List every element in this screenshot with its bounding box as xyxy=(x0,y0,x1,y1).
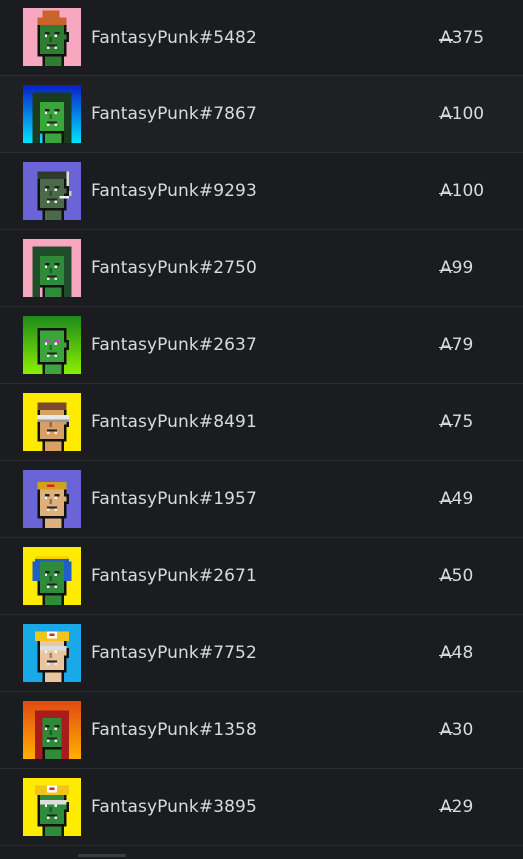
currency-icon: A xyxy=(439,566,453,586)
nft-name[interactable]: FantasyPunk#8491 xyxy=(91,412,257,432)
pixel-avatar-image xyxy=(23,239,81,297)
price-value: 48 xyxy=(451,643,474,663)
price-value: 99 xyxy=(451,258,474,278)
nft-thumbnail[interactable] xyxy=(23,316,81,374)
list-item[interactable]: FantasyPunk#1957 A49 xyxy=(0,461,523,538)
nft-thumbnail[interactable] xyxy=(23,778,81,836)
nft-name[interactable]: FantasyPunk#1358 xyxy=(91,720,257,740)
pixel-avatar-image xyxy=(23,778,81,836)
nft-price: A50 xyxy=(439,566,474,586)
nft-price: A99 xyxy=(439,258,474,278)
nft-name[interactable]: FantasyPunk#2750 xyxy=(91,258,257,278)
nft-price: A100 xyxy=(439,181,485,201)
nft-name[interactable]: FantasyPunk#3895 xyxy=(91,797,257,817)
nft-thumbnail[interactable] xyxy=(23,85,81,143)
nft-price: A48 xyxy=(439,643,474,663)
price-value: 100 xyxy=(451,181,485,201)
list-item[interactable]: FantasyPunk#7752 A48 xyxy=(0,615,523,692)
currency-icon: A xyxy=(439,258,453,278)
price-value: 79 xyxy=(451,335,474,355)
nft-name[interactable]: FantasyPunk#5482 xyxy=(91,28,257,48)
currency-icon: A xyxy=(439,797,453,817)
nft-price: A75 xyxy=(439,412,474,432)
nft-thumbnail[interactable] xyxy=(23,624,81,682)
currency-icon: A xyxy=(439,643,453,663)
nft-thumbnail[interactable] xyxy=(23,239,81,297)
pixel-avatar-image xyxy=(23,316,81,374)
nft-name[interactable]: FantasyPunk#9293 xyxy=(91,181,257,201)
nft-thumbnail[interactable] xyxy=(23,470,81,528)
nft-price: A375 xyxy=(439,27,485,48)
nft-thumbnail[interactable] xyxy=(23,547,81,605)
nft-price: A30 xyxy=(439,720,474,740)
list-item[interactable]: FantasyPunk#3895 A29 xyxy=(0,769,523,846)
nft-price: A79 xyxy=(439,335,474,355)
nft-name[interactable]: FantasyPunk#1957 xyxy=(91,489,257,509)
currency-icon: A xyxy=(439,181,453,201)
pixel-avatar-image xyxy=(23,701,81,759)
list-item[interactable]: FantasyPunk#5482 A375 xyxy=(0,0,523,76)
price-value: 50 xyxy=(451,566,474,586)
list-item[interactable]: FantasyPunk#2637 A79 xyxy=(0,307,523,384)
list-item[interactable]: FantasyPunk#8491 A75 xyxy=(0,384,523,461)
nft-thumbnail[interactable] xyxy=(23,8,81,66)
pixel-avatar-image xyxy=(23,162,81,220)
pixel-avatar-image xyxy=(23,8,81,66)
currency-icon: A xyxy=(439,27,453,48)
price-value: 49 xyxy=(451,489,474,509)
nft-name[interactable]: FantasyPunk#7752 xyxy=(91,643,257,663)
nft-thumbnail[interactable] xyxy=(23,393,81,451)
currency-icon: A xyxy=(439,335,453,355)
currency-icon: A xyxy=(439,720,453,740)
list-item[interactable]: FantasyPunk#2671 A50 xyxy=(0,538,523,615)
list-item[interactable]: FantasyPunk#7867 A100 xyxy=(0,76,523,153)
pixel-avatar-image xyxy=(23,470,81,528)
list-item[interactable]: FantasyPunk#2750 A99 xyxy=(0,230,523,307)
price-value: 30 xyxy=(451,720,474,740)
pixel-avatar-image xyxy=(23,624,81,682)
price-value: 29 xyxy=(451,797,474,817)
list-item[interactable]: FantasyPunk#9293 A100 xyxy=(0,153,523,230)
currency-icon: A xyxy=(439,489,453,509)
currency-icon: A xyxy=(439,412,453,432)
pixel-avatar-image xyxy=(23,547,81,605)
list-item[interactable]: FantasyPunk#1358 A30 xyxy=(0,692,523,769)
scroll-indicator[interactable] xyxy=(78,854,126,857)
price-value: 75 xyxy=(451,412,474,432)
pixel-avatar-image xyxy=(23,85,81,143)
pixel-avatar-image xyxy=(23,393,81,451)
nft-name[interactable]: FantasyPunk#2637 xyxy=(91,335,257,355)
nft-price: A29 xyxy=(439,797,474,817)
nft-price: A49 xyxy=(439,489,474,509)
nft-list: FantasyPunk#5482 A375 FantasyPunk#7867 A100… xyxy=(0,0,523,846)
nft-thumbnail[interactable] xyxy=(23,701,81,759)
nft-name[interactable]: FantasyPunk#7867 xyxy=(91,104,257,124)
nft-price: A100 xyxy=(439,104,485,124)
price-value: 375 xyxy=(451,27,485,48)
currency-icon: A xyxy=(439,104,453,124)
nft-name[interactable]: FantasyPunk#2671 xyxy=(91,566,257,586)
nft-thumbnail[interactable] xyxy=(23,162,81,220)
price-value: 100 xyxy=(451,104,485,124)
